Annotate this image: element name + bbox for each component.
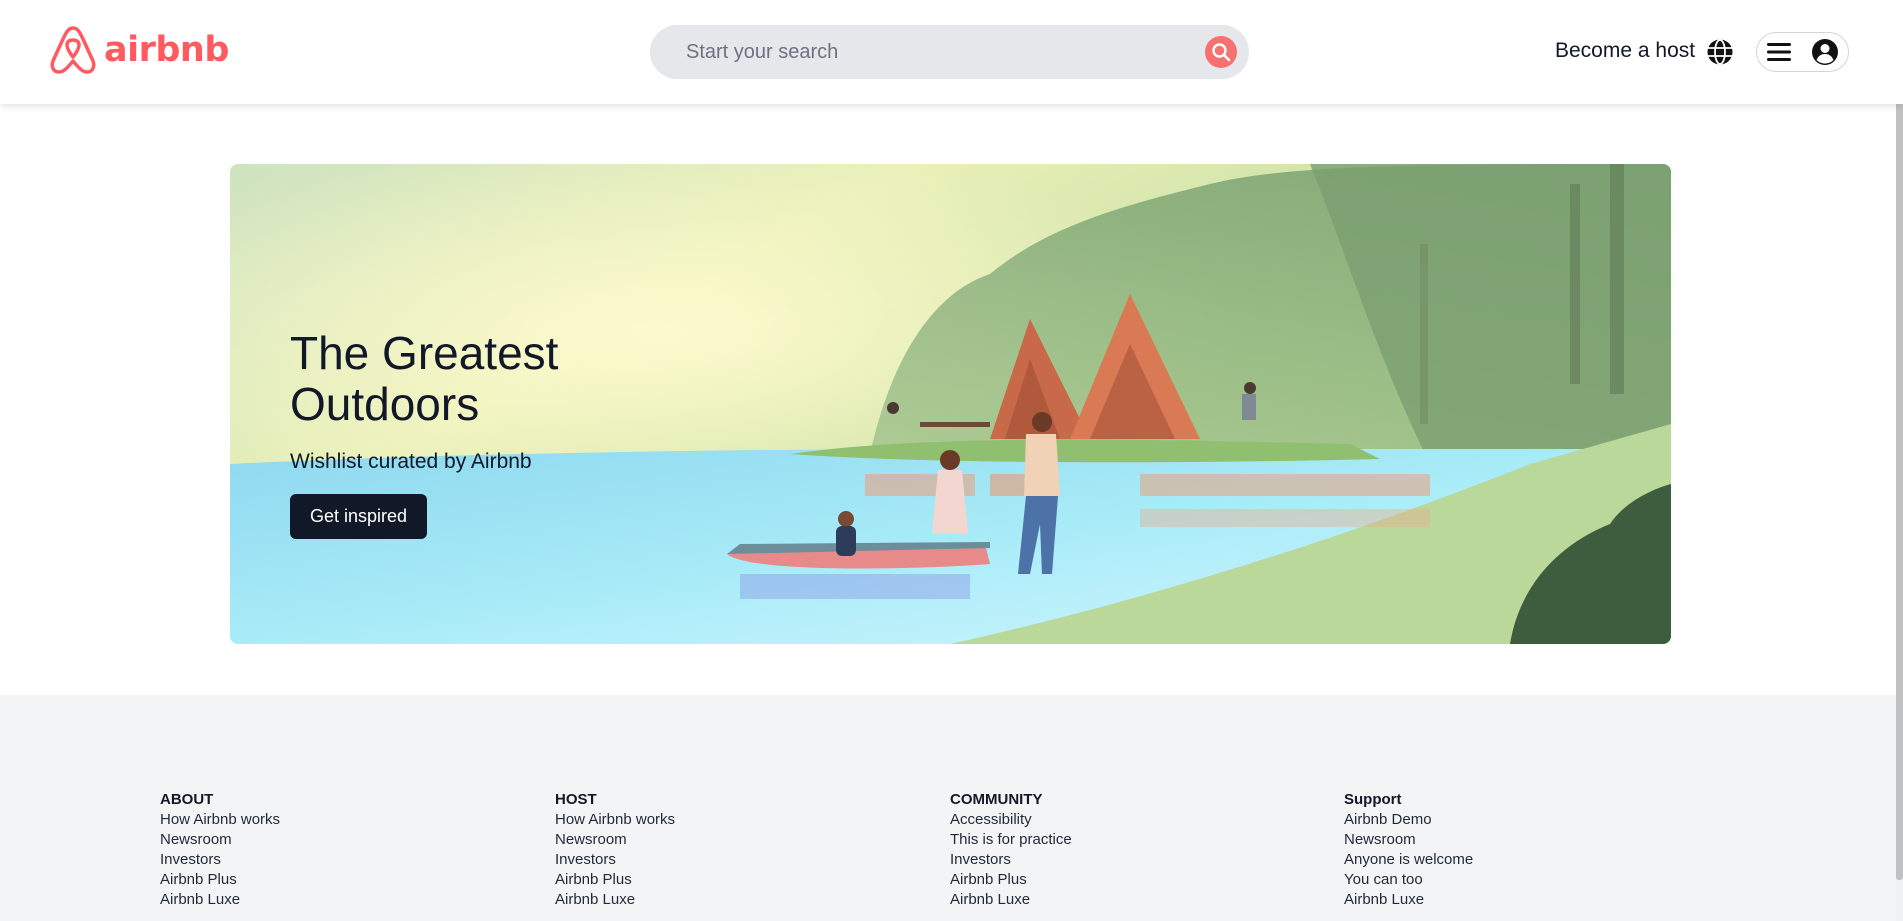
search-input[interactable] (650, 25, 1205, 79)
footer-link[interactable]: Accessibility (950, 810, 1072, 830)
footer-link[interactable]: Anyone is welcome (1344, 850, 1473, 870)
globe-icon[interactable] (1706, 38, 1734, 66)
hero-banner: The Greatest Outdoors Wishlist curated b… (230, 164, 1671, 644)
footer-link[interactable]: Investors (555, 850, 675, 870)
footer-column-about: ABOUT How Airbnb works Newsroom Investor… (160, 790, 280, 910)
footer-column-community: COMMUNITY Accessibility This is for prac… (950, 790, 1072, 910)
footer-link[interactable]: Investors (950, 850, 1072, 870)
top-navbar: airbnb Become a host (0, 0, 1903, 104)
footer-link[interactable]: Newsroom (160, 830, 280, 850)
hero-subtitle: Wishlist curated by Airbnb (290, 450, 532, 473)
search-icon (1212, 43, 1231, 62)
footer-link[interactable]: You can too (1344, 870, 1473, 890)
airbnb-belo-icon (50, 26, 96, 74)
user-menu-button[interactable] (1756, 32, 1849, 72)
airbnb-logo-link[interactable]: airbnb (48, 24, 229, 76)
hamburger-menu-icon (1767, 43, 1791, 61)
footer-heading: ABOUT (160, 791, 214, 808)
footer-heading: HOST (555, 791, 597, 808)
search-bar[interactable] (650, 25, 1249, 79)
footer-heading: COMMUNITY (950, 791, 1043, 808)
footer-link[interactable]: Airbnb Plus (555, 870, 675, 890)
scrollbar-thumb[interactable] (1896, 0, 1903, 880)
site-footer: ABOUT How Airbnb works Newsroom Investor… (0, 695, 1903, 921)
footer-link[interactable]: Airbnb Luxe (555, 890, 675, 910)
footer-link[interactable]: Airbnb Demo (1344, 810, 1473, 830)
logo-wordmark: airbnb (104, 30, 229, 70)
footer-column-host: HOST How Airbnb works Newsroom Investors… (555, 790, 675, 910)
footer-link[interactable]: Airbnb Luxe (950, 890, 1072, 910)
user-avatar-icon (1812, 39, 1838, 65)
footer-link[interactable]: Airbnb Plus (950, 870, 1072, 890)
page-scrollbar[interactable] (1896, 0, 1903, 921)
footer-heading: Support (1344, 791, 1402, 808)
footer-link[interactable]: Newsroom (555, 830, 675, 850)
become-a-host-link[interactable]: Become a host (1555, 39, 1695, 63)
footer-link[interactable]: Airbnb Plus (160, 870, 280, 890)
hero-content: The Greatest Outdoors Wishlist curated b… (290, 328, 610, 539)
footer-link[interactable]: Newsroom (1344, 830, 1473, 850)
footer-link[interactable]: How Airbnb works (555, 810, 675, 830)
hero-title: The Greatest Outdoors (290, 327, 559, 430)
footer-link[interactable]: Investors (160, 850, 280, 870)
footer-link[interactable]: This is for practice (950, 830, 1072, 850)
get-inspired-button[interactable]: Get inspired (290, 494, 428, 539)
footer-link[interactable]: Airbnb Luxe (1344, 890, 1473, 910)
footer-link[interactable]: How Airbnb works (160, 810, 280, 830)
search-button[interactable] (1205, 36, 1237, 68)
footer-column-support: Support Airbnb Demo Newsroom Anyone is w… (1344, 790, 1473, 910)
footer-link[interactable]: Airbnb Luxe (160, 890, 280, 910)
